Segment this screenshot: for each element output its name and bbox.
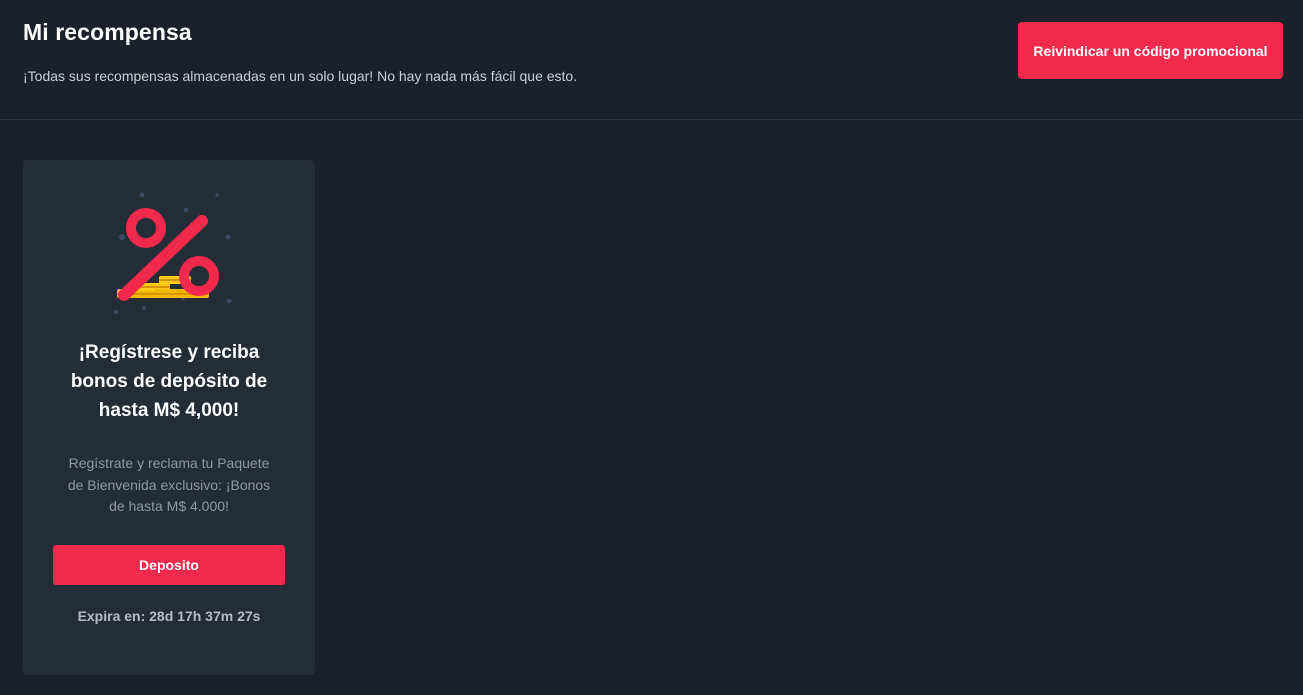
page-subtitle: ¡Todas sus recompensas almacenadas en un… <box>23 68 578 84</box>
reward-description-line: Regístrate y reclama tu Paquete <box>68 455 270 471</box>
expiry-countdown: Expira en: 28d 17h 37m 27s <box>77 608 261 624</box>
percent-coins-icon <box>114 192 232 314</box>
reward-title-line: bonos de depósito de <box>70 371 268 392</box>
reward-description-line: de Bienvenida exclusivo: ¡Bonos <box>67 476 271 493</box>
page-header: Mi recompensa ¡Todas sus recompensas alm… <box>0 0 1303 120</box>
claim-promo-code-button[interactable]: Reivindicar un código promocional <box>1018 22 1283 79</box>
deposit-button[interactable]: Deposito <box>53 545 285 585</box>
reward-title: ¡Regístrese y reciba bonos de depósito d… <box>23 338 315 425</box>
reward-description-line: de hasta M$ 4.000! <box>109 498 229 514</box>
page-title: Mi recompensa <box>23 19 192 45</box>
reward-title-line: ¡Regístrese y reciba <box>78 342 260 363</box>
reward-description: Regístrate y reclama tu Paquete de Bienv… <box>23 453 315 518</box>
reward-title-line: hasta M$ 4,000! <box>98 400 240 421</box>
